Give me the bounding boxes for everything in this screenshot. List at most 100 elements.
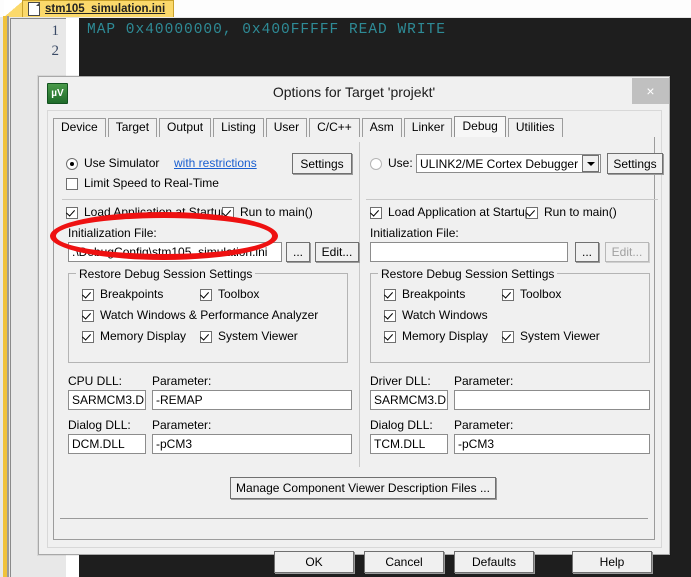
limit-speed-checkbox[interactable] — [66, 178, 78, 190]
manage-component-viewer-button[interactable]: Manage Component Viewer Description File… — [230, 477, 496, 499]
driver-dll-input[interactable]: SARMCM3.DLL — [370, 390, 448, 410]
use-debugger-radio[interactable] — [370, 158, 382, 170]
debugger-settings-button[interactable]: Settings — [607, 153, 663, 174]
tab-target[interactable]: Target — [108, 118, 157, 137]
right-load-application-checkbox[interactable] — [370, 207, 382, 219]
driver-parameter-input[interactable] — [454, 390, 650, 410]
right-init-file-label: Initialization File: — [370, 226, 459, 240]
simulator-settings-button[interactable]: Settings — [292, 153, 352, 174]
page-icon — [28, 2, 40, 16]
left-load-application-checkbox[interactable] — [66, 207, 78, 219]
left-watch-windows-label: Watch Windows & Performance Analyzer — [100, 308, 318, 322]
code-line: MAP 0x40000000, 0x400FFFFF READ WRITE — [87, 22, 446, 38]
defaults-button[interactable]: Defaults — [454, 551, 534, 573]
right-dialog-dll-input[interactable]: TCM.DLL — [370, 434, 448, 454]
left-edit-button[interactable]: Edit... — [315, 242, 359, 262]
left-dialog-dll-input[interactable]: DCM.DLL — [68, 434, 146, 454]
left-separator — [62, 199, 352, 200]
debug-tab-panel: Use Simulator with restrictions Settings… — [53, 137, 655, 540]
tab-c-cpp[interactable]: C/C++ — [309, 118, 360, 137]
driver-parameter-label: Parameter: — [454, 374, 513, 388]
tab-output[interactable]: Output — [159, 118, 211, 137]
right-toolbox-label: Toolbox — [520, 287, 561, 301]
right-edit-button: Edit... — [605, 242, 649, 262]
right-system-viewer-label: System Viewer — [520, 329, 600, 343]
right-memory-display-checkbox[interactable] — [384, 331, 396, 343]
tab-device[interactable]: Device — [53, 118, 106, 137]
right-dialog-parameter-label: Parameter: — [454, 418, 513, 432]
left-system-viewer-label: System Viewer — [218, 329, 298, 343]
right-breakpoints-label: Breakpoints — [402, 287, 465, 301]
cpu-dll-label: CPU DLL: — [68, 374, 122, 388]
debugger-select[interactable]: ULINK2/ME Cortex Debugger — [416, 154, 601, 173]
left-initialization-file-input[interactable]: .\DebugConfig\stm105_simulation.ini — [68, 242, 282, 262]
left-toolbox-checkbox[interactable] — [200, 289, 212, 301]
cpu-parameter-label: Parameter: — [152, 374, 211, 388]
right-separator — [366, 199, 658, 200]
right-restore-group-title: Restore Debug Session Settings — [378, 267, 557, 281]
left-breakpoints-label: Breakpoints — [100, 287, 163, 301]
left-dialog-parameter-input[interactable]: -pCM3 — [152, 434, 352, 454]
tab-linker[interactable]: Linker — [404, 118, 453, 137]
line-number: 1 — [52, 23, 60, 40]
left-memory-display-label: Memory Display — [100, 329, 186, 343]
tab-user[interactable]: User — [266, 118, 307, 137]
with-restrictions-link[interactable]: with restrictions — [174, 156, 257, 170]
column-divider — [359, 142, 360, 467]
line-number: 2 — [52, 43, 60, 60]
right-run-to-main-label: Run to main() — [544, 205, 617, 219]
debugger-select-value: ULINK2/ME Cortex Debugger — [417, 157, 582, 171]
close-icon[interactable]: × — [632, 78, 669, 104]
left-browse-button[interactable]: ... — [286, 242, 310, 262]
right-dialog-parameter-input[interactable]: -pCM3 — [454, 434, 650, 454]
right-memory-display-label: Memory Display — [402, 329, 488, 343]
right-initialization-file-input[interactable] — [370, 242, 568, 262]
tab-listing[interactable]: Listing — [213, 118, 264, 137]
footer-separator — [60, 518, 648, 519]
dialog-title: Options for Target 'projekt' — [39, 84, 669, 100]
limit-speed-label: Limit Speed to Real-Time — [84, 176, 219, 190]
left-breakpoints-checkbox[interactable] — [82, 289, 94, 301]
use-simulator-radio[interactable] — [66, 158, 78, 170]
right-watch-windows-label: Watch Windows — [402, 308, 488, 322]
tab-utilities[interactable]: Utilities — [508, 118, 563, 137]
right-toolbox-checkbox[interactable] — [502, 289, 514, 301]
left-init-file-label: Initialization File: — [68, 226, 157, 240]
tab-asm[interactable]: Asm — [362, 118, 402, 137]
document-tab-stm105-simulation-ini[interactable]: stm105_simulation.ini — [22, 0, 174, 17]
right-dialog-dll-label: Dialog DLL: — [370, 418, 433, 432]
left-dialog-parameter-label: Parameter: — [152, 418, 211, 432]
tab-strip-corner — [4, 0, 24, 17]
driver-dll-label: Driver DLL: — [370, 374, 431, 388]
left-dialog-dll-label: Dialog DLL: — [68, 418, 131, 432]
document-tab-label: stm105_simulation.ini — [45, 3, 165, 15]
left-run-to-main-label: Run to main() — [240, 205, 313, 219]
options-for-target-dialog: µV Options for Target 'projekt' × Device… — [38, 76, 670, 555]
cancel-button[interactable]: Cancel — [364, 551, 444, 573]
tab-debug[interactable]: Debug — [454, 116, 505, 137]
left-system-viewer-checkbox[interactable] — [200, 331, 212, 343]
right-watch-windows-checkbox[interactable] — [384, 310, 396, 322]
right-browse-button[interactable]: ... — [575, 242, 599, 262]
left-watch-windows-checkbox[interactable] — [82, 310, 94, 322]
right-load-application-label: Load Application at Startup — [388, 205, 531, 219]
ide-left-border — [7, 16, 9, 577]
help-button[interactable]: Help — [572, 551, 652, 573]
left-toolbox-label: Toolbox — [218, 287, 259, 301]
left-restore-group-title: Restore Debug Session Settings — [76, 267, 255, 281]
right-breakpoints-checkbox[interactable] — [384, 289, 396, 301]
use-simulator-label: Use Simulator — [84, 156, 159, 170]
right-system-viewer-checkbox[interactable] — [502, 331, 514, 343]
use-debugger-label: Use: — [388, 156, 413, 170]
right-run-to-main-checkbox[interactable] — [526, 207, 538, 219]
left-run-to-main-checkbox[interactable] — [222, 207, 234, 219]
dialog-body: Device Target Output Listing User C/C++ … — [47, 110, 662, 548]
ok-button[interactable]: OK — [274, 551, 354, 573]
cpu-parameter-input[interactable]: -REMAP — [152, 390, 352, 410]
dialog-tab-bar: Device Target Output Listing User C/C++ … — [53, 117, 565, 137]
dialog-title-bar: µV Options for Target 'projekt' × — [39, 77, 669, 109]
cpu-dll-input[interactable]: SARMCM3.DLL — [68, 390, 146, 410]
left-memory-display-checkbox[interactable] — [82, 331, 94, 343]
chevron-down-icon[interactable] — [582, 155, 599, 172]
left-load-application-label: Load Application at Startup — [84, 205, 227, 219]
